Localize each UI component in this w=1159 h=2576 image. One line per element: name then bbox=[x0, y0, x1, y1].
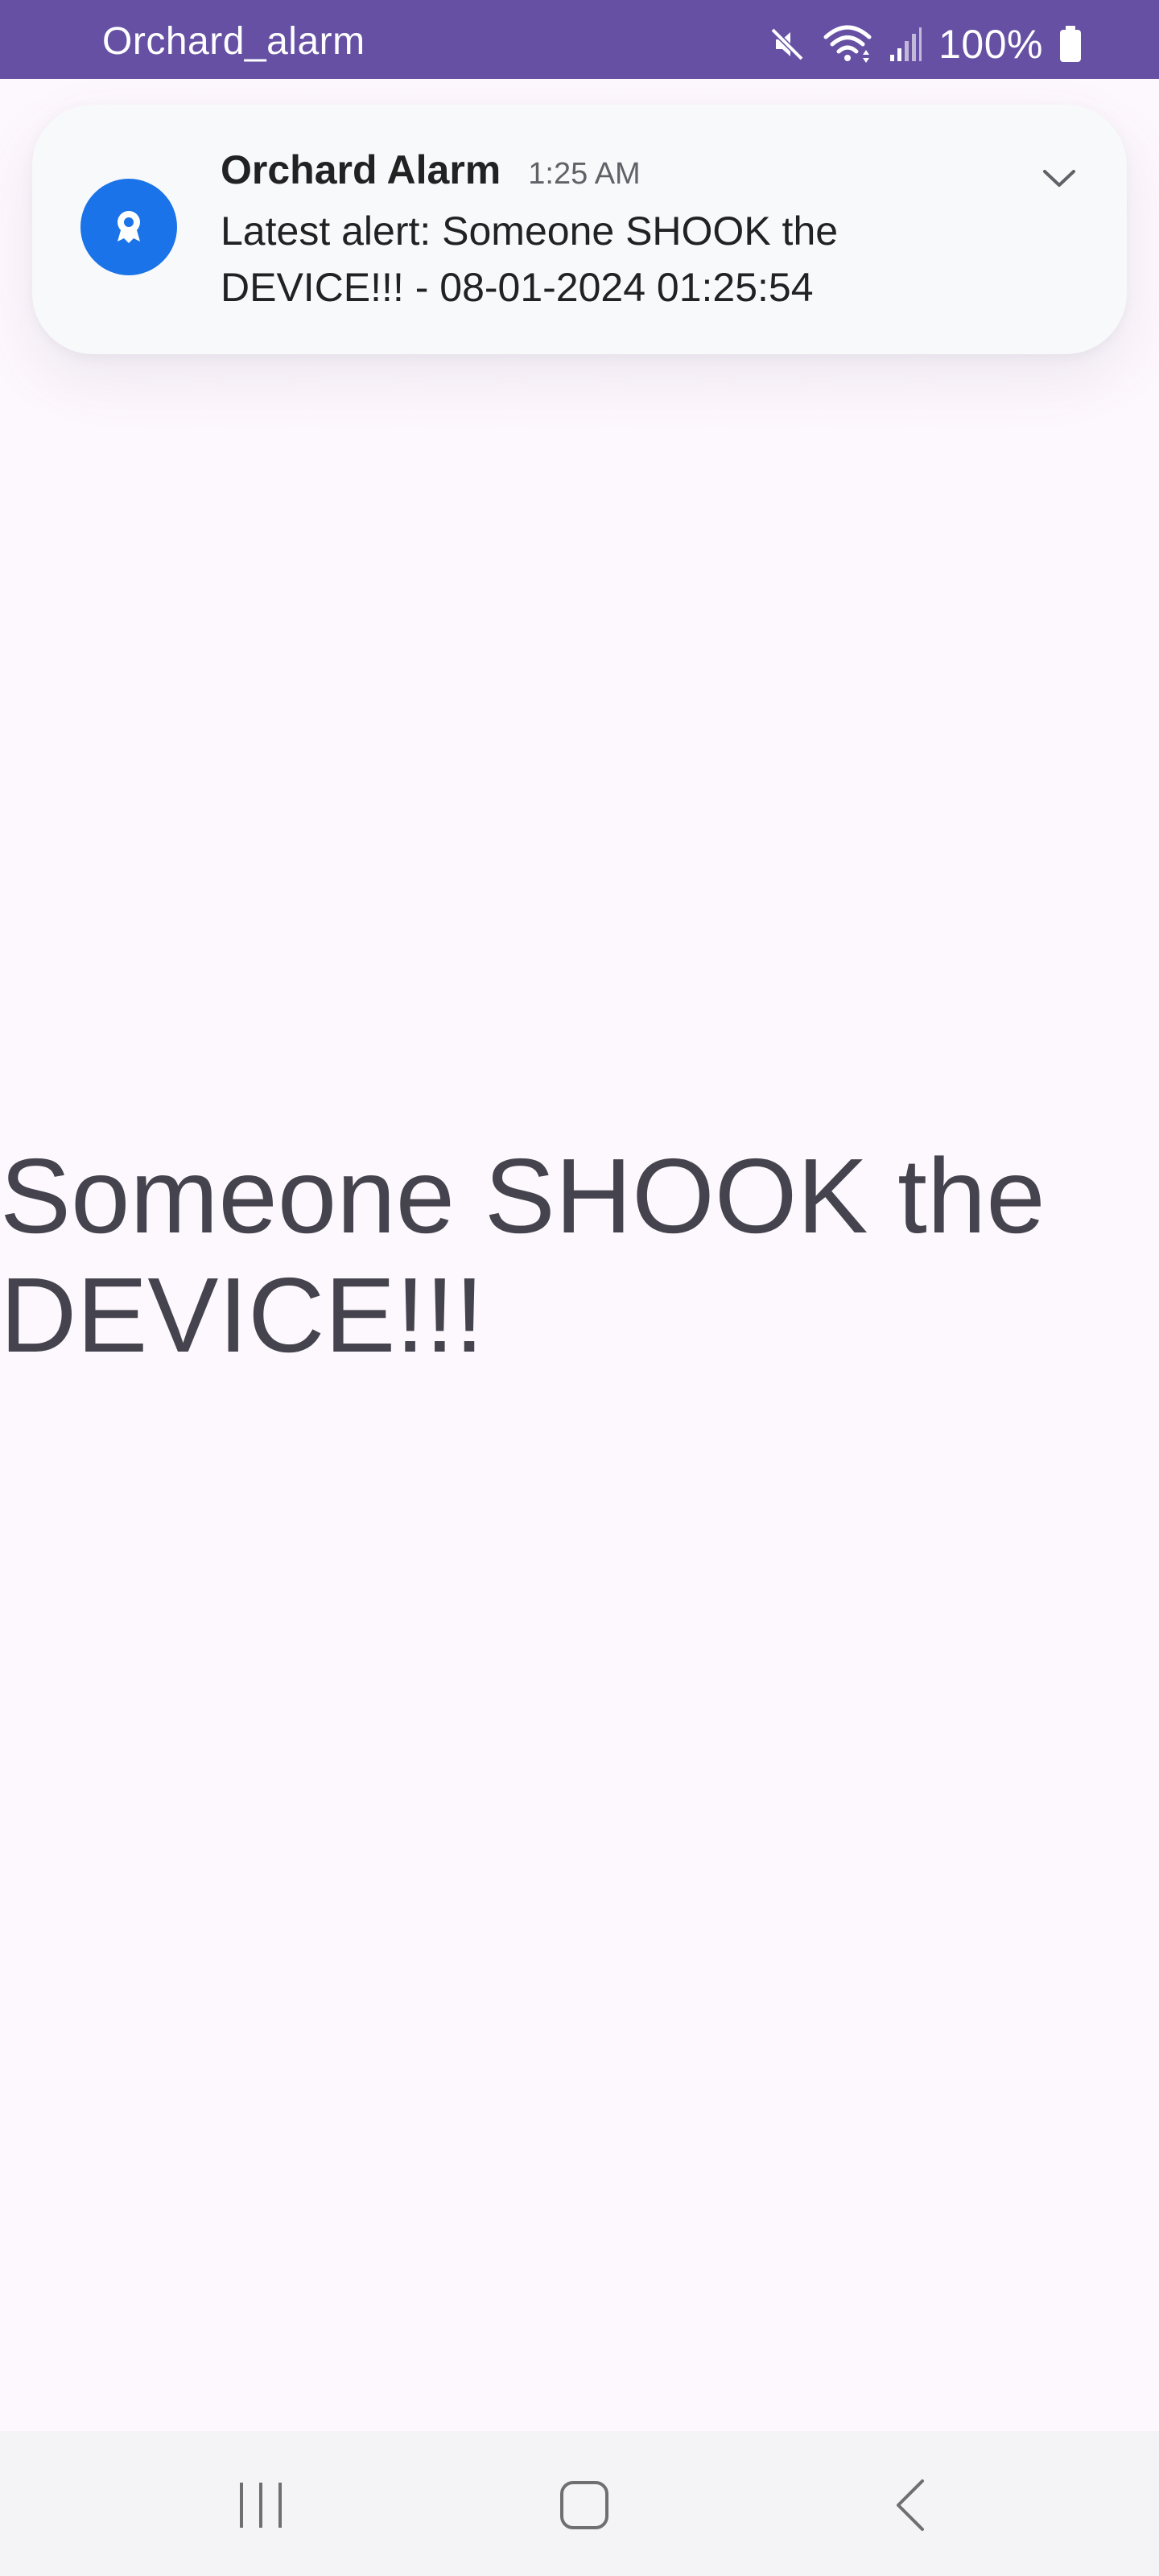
app-badge-icon bbox=[80, 179, 177, 275]
mute-icon bbox=[768, 25, 806, 64]
home-icon[interactable] bbox=[544, 2473, 625, 2537]
battery-percent: 100% bbox=[938, 22, 1043, 67]
chevron-down-icon[interactable] bbox=[1037, 156, 1082, 201]
navigation-bar bbox=[0, 2431, 1159, 2576]
battery-icon bbox=[1059, 26, 1082, 63]
alert-message: Someone SHOOK the DEVICE!!! bbox=[0, 1137, 1046, 1374]
notification-time: 1:25 AM bbox=[528, 157, 641, 191]
app-screen: Orchard_alarm 100% Orchard Alarm 1:25 AM… bbox=[0, 0, 1159, 2576]
notification-card[interactable]: Orchard Alarm 1:25 AM Latest alert: Some… bbox=[32, 105, 1127, 354]
signal-icon bbox=[889, 26, 922, 63]
recent-apps-icon[interactable] bbox=[221, 2473, 301, 2537]
status-app-name: Orchard_alarm bbox=[102, 20, 365, 63]
wifi-icon bbox=[823, 24, 872, 64]
status-bar: Orchard_alarm 100% bbox=[0, 0, 1159, 79]
notification-body: Latest alert: Someone SHOOK the DEVICE!!… bbox=[221, 208, 839, 310]
notification-header: Orchard Alarm 1:25 AM bbox=[221, 147, 641, 193]
status-icons: 100% bbox=[768, 23, 1082, 66]
back-icon[interactable] bbox=[869, 2473, 950, 2537]
notification-app-name: Orchard Alarm bbox=[221, 147, 501, 192]
